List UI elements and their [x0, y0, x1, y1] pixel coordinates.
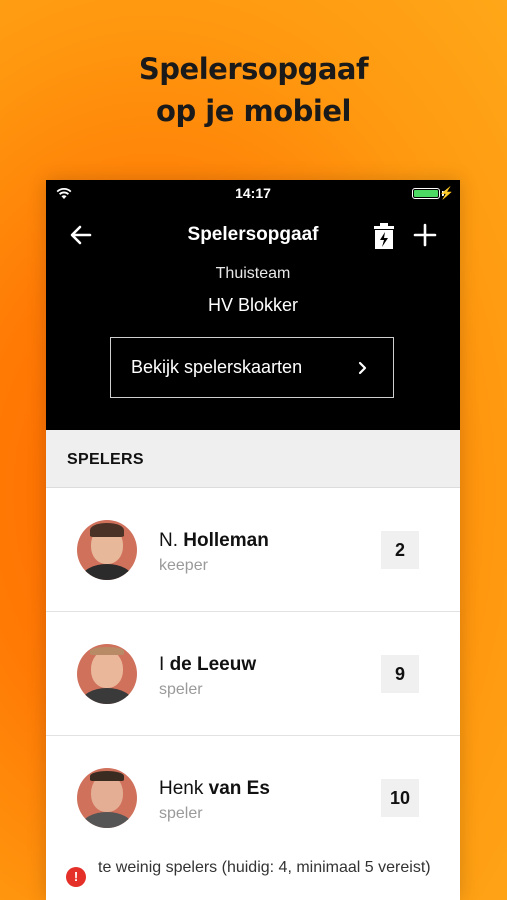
player-name: I de Leeuw: [159, 654, 257, 675]
warning-icon: !: [66, 867, 86, 887]
player-number[interactable]: 9: [381, 655, 419, 693]
chevron-right-icon: [358, 361, 367, 375]
status-time: 14:17: [235, 185, 271, 201]
status-bar: 14:17 ⚡: [46, 180, 460, 206]
player-name: Henk van Es: [159, 778, 270, 799]
warning-text: te weinig spelers (huidig: 4, minimaal 5…: [98, 859, 431, 876]
app-header: 14:17 ⚡ Spelersopgaaf Thuisteam HV Blokk…: [46, 180, 460, 430]
phone-screen: 14:17 ⚡ Spelersopgaaf Thuisteam HV Blokk…: [46, 180, 460, 900]
player-number[interactable]: 2: [381, 531, 419, 569]
player-role: speler: [159, 805, 203, 822]
avatar: [77, 768, 137, 828]
players-section-header: SPELERS: [46, 430, 460, 488]
warning-message: ! te weinig spelers (huidig: 4, minimaal…: [46, 842, 460, 900]
view-player-cards-label: Bekijk spelerskaarten: [131, 357, 303, 377]
player-row[interactable]: N. Holleman keeper 2: [46, 488, 460, 612]
player-row[interactable]: I de Leeuw speler 9: [46, 612, 460, 736]
charging-icon: ⚡: [439, 186, 454, 200]
avatar: [77, 644, 137, 704]
player-role: speler: [159, 681, 203, 698]
section-label: SPELERS: [67, 451, 144, 468]
promo-headline-line1: Spelersopgaaf: [138, 52, 369, 86]
battery-icon: [412, 188, 440, 199]
team-label: Thuisteam: [215, 265, 291, 282]
plus-icon[interactable]: [412, 222, 438, 248]
team-name: HV Blokker: [207, 295, 299, 315]
promo-headline: Spelersopgaaf op je mobiel: [0, 48, 507, 132]
promo-headline-line2: op je mobiel: [156, 94, 351, 128]
view-player-cards-button[interactable]: Bekijk spelerskaarten: [110, 337, 394, 398]
trash-icon[interactable]: [372, 222, 396, 250]
avatar: [77, 520, 137, 580]
player-name: N. Holleman: [159, 530, 269, 551]
page-title: Spelersopgaaf: [187, 224, 319, 245]
player-number[interactable]: 10: [381, 779, 419, 817]
player-role: keeper: [159, 557, 208, 574]
